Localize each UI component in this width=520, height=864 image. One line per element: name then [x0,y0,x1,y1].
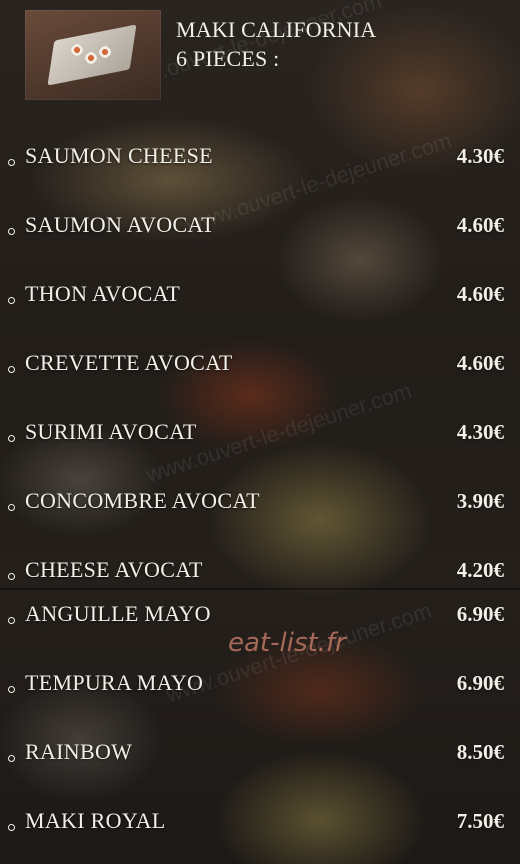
item-price: 4.60€ [456,212,504,237]
maki-roll-icon [99,46,111,58]
section-title: MAKI CALIFORNIA 6 PIECES : [176,16,376,73]
item-price: 7.50€ [456,808,504,833]
section-header: MAKI CALIFORNIA 6 PIECES : [25,10,495,102]
menu-item[interactable]: SURIMI AVOCAT 4.30€ [0,412,520,452]
menu-item[interactable]: CHEESE AVOCAT 4.20€ [0,550,520,590]
bullet-icon [8,755,15,762]
item-name: MAKI ROYAL [25,808,166,833]
section-title-line2: 6 PIECES : [176,45,280,71]
menu-item[interactable]: MAKI ROYAL 7.50€ [0,801,520,841]
menu-item[interactable]: CONCOMBRE AVOCAT 3.90€ [0,481,520,521]
item-name: ANGUILLE MAYO [25,601,211,626]
section-title-line1: MAKI CALIFORNIA [176,17,377,42]
item-price: 4.30€ [456,143,504,168]
menu-item[interactable]: RAINBOW 8.50€ [0,732,520,772]
menu-item[interactable]: SAUMON CHEESE 4.30€ [0,136,520,176]
maki-thumbnail-image[interactable] [25,10,161,100]
bullet-icon [8,504,15,511]
bullet-icon [8,159,15,166]
item-name: CONCOMBRE AVOCAT [25,488,260,513]
menu-item[interactable]: SAUMON AVOCAT 4.60€ [0,205,520,245]
maki-roll-icon [85,52,97,64]
item-price: 6.90€ [456,670,504,695]
item-price: 4.60€ [456,350,504,375]
item-price: 4.20€ [456,557,504,582]
bullet-icon [8,573,15,580]
bullet-icon [8,435,15,442]
bullet-icon [8,824,15,831]
item-name: CHEESE AVOCAT [25,557,203,582]
item-name: THON AVOCAT [25,281,181,306]
item-name: SURIMI AVOCAT [25,419,197,444]
item-name: CREVETTE AVOCAT [25,350,233,375]
bullet-icon [8,366,15,373]
item-name: RAINBOW [25,739,133,764]
menu-item[interactable]: THON AVOCAT 4.60€ [0,274,520,314]
menu-item[interactable]: CREVETTE AVOCAT 4.60€ [0,343,520,383]
item-price: 4.60€ [456,281,504,306]
item-price: 6.90€ [456,601,504,626]
bullet-icon [8,686,15,693]
item-name: TEMPURA MAYO [25,670,204,695]
bullet-icon [8,228,15,235]
bullet-icon [8,297,15,304]
item-price: 8.50€ [456,739,504,764]
item-name: SAUMON CHEESE [25,143,213,168]
eat-list-watermark: eat-list.fr [228,628,346,658]
maki-roll-icon [71,44,83,56]
item-price: 4.30€ [456,419,504,444]
menu-item[interactable]: TEMPURA MAYO 6.90€ [0,663,520,703]
item-name: SAUMON AVOCAT [25,212,215,237]
item-price: 3.90€ [456,488,504,513]
bullet-icon [8,617,15,624]
